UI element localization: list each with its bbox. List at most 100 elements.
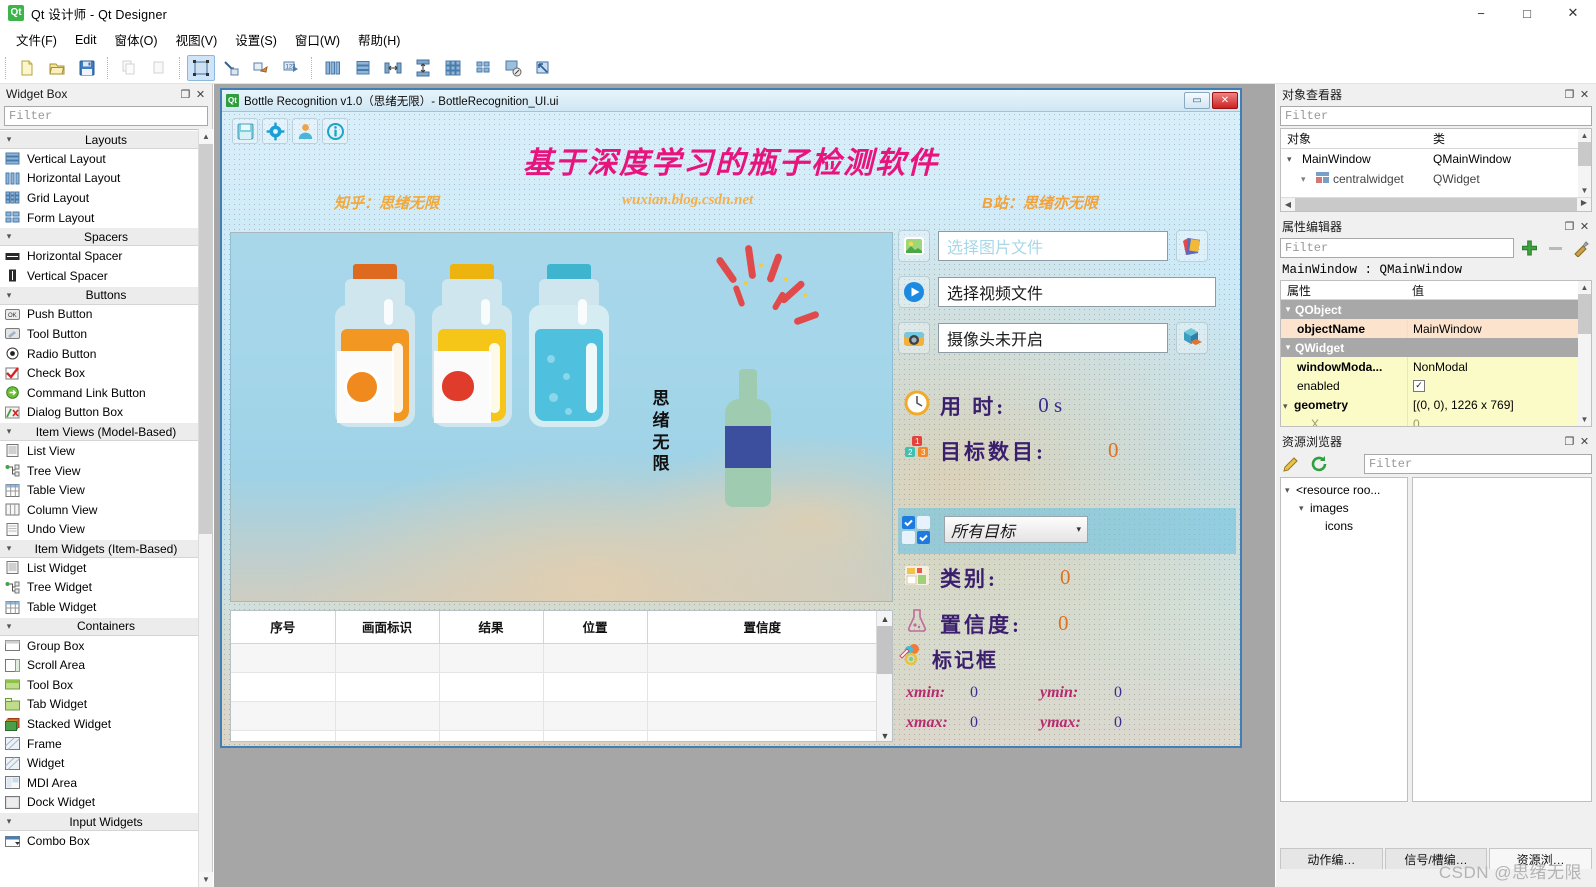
tab-action-editor[interactable]: 动作编… bbox=[1280, 848, 1383, 869]
image-display-area[interactable]: 思绪无限 bbox=[230, 232, 893, 602]
minimize-button[interactable]: − bbox=[1458, 0, 1504, 27]
property-editor-filter-input[interactable]: Filter bbox=[1280, 238, 1514, 258]
widget-category-containers[interactable]: ▾ Containers bbox=[0, 616, 212, 636]
widget-item-form-layout[interactable]: Form Layout bbox=[0, 208, 212, 228]
menu-form[interactable]: 窗体(O) bbox=[106, 27, 167, 52]
image-file-input[interactable]: 选择图片文件 bbox=[938, 231, 1168, 261]
widget-item-frame[interactable]: Frame bbox=[0, 734, 212, 754]
scroll-up-icon[interactable]: ▲ bbox=[877, 611, 892, 626]
property-geometry[interactable]: ▾ geometry [(0, 0), 1226 x 769] bbox=[1281, 395, 1591, 414]
widget-item-stacked-widget[interactable]: Stacked Widget bbox=[0, 714, 212, 734]
scroll-down-icon[interactable]: ▼ bbox=[199, 872, 213, 887]
menu-window[interactable]: 窗口(W) bbox=[286, 27, 349, 52]
scroll-thumb[interactable] bbox=[199, 144, 213, 534]
table-row[interactable] bbox=[231, 672, 878, 702]
plus-icon[interactable] bbox=[1518, 238, 1540, 258]
widget-item-list-view[interactable]: List View bbox=[0, 441, 212, 461]
widget-item-push-button[interactable]: OK Push Button bbox=[0, 305, 212, 325]
widget-item-tool-button[interactable]: Tool Button bbox=[0, 324, 212, 344]
widget-category-buttons[interactable]: ▾ Buttons bbox=[0, 285, 212, 305]
table-row[interactable] bbox=[231, 643, 878, 673]
property-group-qwidget[interactable]: ▾ QWidget bbox=[1281, 338, 1591, 357]
property-value[interactable]: [(0, 0), 1226 x 769] bbox=[1407, 395, 1591, 414]
property-value[interactable]: MainWindow bbox=[1407, 319, 1591, 338]
scroll-up-icon[interactable]: ▲ bbox=[1578, 129, 1591, 142]
chevron-down-icon[interactable]: ▾ bbox=[0, 543, 18, 554]
property-enabled[interactable]: enabled ✓ bbox=[1281, 376, 1591, 395]
property-value[interactable]: 0 bbox=[1407, 414, 1591, 426]
col-position[interactable]: 位置 bbox=[543, 611, 648, 644]
image-file-icon[interactable] bbox=[898, 230, 930, 262]
widget-item-horizontal-spacer[interactable]: Horizontal Spacer bbox=[0, 246, 212, 266]
chevron-down-icon[interactable]: ▾ bbox=[0, 290, 18, 301]
scroll-down-icon[interactable]: ▼ bbox=[877, 728, 892, 741]
results-table-scrollbar[interactable]: ▲ ▼ bbox=[876, 611, 892, 741]
widget-item-group-box[interactable]: Group Box bbox=[0, 636, 212, 656]
form-minimize-button[interactable]: ▭ bbox=[1184, 92, 1210, 109]
scroll-thumb[interactable] bbox=[1295, 198, 1577, 211]
open-form-icon[interactable] bbox=[43, 55, 71, 81]
chevron-down-icon[interactable]: ▾ bbox=[0, 621, 18, 632]
layout-splitter-h-icon[interactable] bbox=[379, 55, 407, 81]
chevron-down-icon[interactable]: ▾ bbox=[1287, 154, 1298, 165]
video-file-input[interactable]: 选择视频文件 bbox=[938, 277, 1216, 307]
widget-item-dialog-button-box[interactable]: Dialog Button Box bbox=[0, 403, 212, 423]
property-geometry-x[interactable]: X 0 bbox=[1281, 414, 1591, 426]
wrench-icon[interactable] bbox=[1570, 238, 1592, 258]
widget-item-tool-box[interactable]: Tool Box bbox=[0, 675, 212, 695]
chevron-down-icon[interactable]: ▾ bbox=[0, 426, 18, 437]
chevron-down-icon[interactable]: ▾ bbox=[0, 134, 18, 145]
resource-root-node[interactable]: ▾ <resource roo... bbox=[1281, 481, 1407, 499]
widget-item-scroll-area[interactable]: Scroll Area bbox=[0, 655, 212, 675]
resource-images-node[interactable]: ▾ images bbox=[1281, 499, 1407, 517]
close-icon[interactable]: ✕ bbox=[1577, 87, 1592, 102]
widget-item-vertical-spacer[interactable]: Vertical Spacer bbox=[0, 266, 212, 286]
undock-icon[interactable]: ❐ bbox=[178, 87, 193, 102]
edit-tab-order-icon[interactable]: 123 bbox=[277, 55, 305, 81]
layout-grid-icon[interactable] bbox=[439, 55, 467, 81]
chevron-down-icon[interactable]: ▾ bbox=[1281, 304, 1295, 315]
widget-category-item-widgets-item-based[interactable]: ▾ Item Widgets (Item-Based) bbox=[0, 539, 212, 559]
table-row[interactable] bbox=[231, 730, 878, 741]
results-table[interactable]: 序号 画面标识 结果 位置 置信度 ▲ ▼ bbox=[230, 610, 893, 742]
widget-item-dock-widget[interactable]: Dock Widget bbox=[0, 793, 212, 813]
widget-item-column-view[interactable]: Column View bbox=[0, 500, 212, 520]
property-value[interactable]: NonModal bbox=[1407, 357, 1591, 376]
scroll-thumb[interactable] bbox=[877, 626, 892, 674]
widget-item-table-widget[interactable]: Table Widget bbox=[0, 597, 212, 617]
chevron-down-icon[interactable]: ▾ bbox=[0, 816, 18, 827]
resource-file-list[interactable] bbox=[1412, 477, 1592, 802]
widget-box-scrollbar[interactable]: ▲ ▼ bbox=[198, 129, 213, 887]
widget-item-list-widget[interactable]: List Widget bbox=[0, 558, 212, 578]
undock-icon[interactable]: ❐ bbox=[1562, 87, 1577, 102]
widget-item-vertical-layout[interactable]: Vertical Layout bbox=[0, 149, 212, 169]
widget-item-tab-widget[interactable]: Tab Widget bbox=[0, 695, 212, 715]
scroll-thumb[interactable] bbox=[1578, 294, 1591, 334]
scroll-left-icon[interactable]: ◀ bbox=[1281, 198, 1295, 211]
camera-icon[interactable] bbox=[898, 322, 930, 354]
video-play-icon[interactable] bbox=[898, 276, 930, 308]
layout-form-icon[interactable] bbox=[469, 55, 497, 81]
resource-icons-node[interactable]: icons bbox=[1281, 517, 1407, 535]
col-result[interactable]: 结果 bbox=[439, 611, 544, 644]
widget-item-radio-button[interactable]: Radio Button bbox=[0, 344, 212, 364]
widget-item-table-view[interactable]: Table View bbox=[0, 480, 212, 500]
menu-view[interactable]: 视图(V) bbox=[167, 27, 227, 52]
menu-help[interactable]: 帮助(H) bbox=[349, 27, 409, 52]
cubes-icon[interactable] bbox=[1176, 322, 1208, 354]
close-button[interactable]: ✕ bbox=[1550, 0, 1596, 27]
undock-icon[interactable]: ❐ bbox=[1562, 434, 1577, 449]
widget-item-tree-view[interactable]: Tree View bbox=[0, 461, 212, 481]
object-inspector-hscrollbar[interactable]: ◀ ▶ bbox=[1281, 197, 1591, 211]
menu-file[interactable]: 文件(F) bbox=[7, 27, 66, 52]
property-editor-table[interactable]: 属性 值 ▾ QObject objectName MainWindow ▾ Q… bbox=[1280, 280, 1592, 427]
col-frame-id[interactable]: 画面标识 bbox=[335, 611, 440, 644]
target-select-combobox[interactable]: 所有目标 ▾ bbox=[944, 516, 1088, 543]
object-row-mainwindow[interactable]: ▾ MainWindow QMainWindow bbox=[1281, 149, 1591, 169]
resource-tree[interactable]: ▾ <resource roo... ▾ images icons bbox=[1280, 477, 1408, 802]
object-inspector-vscrollbar[interactable]: ▲ ▼ bbox=[1578, 129, 1591, 197]
chevron-down-icon[interactable]: ▾ bbox=[1301, 174, 1312, 185]
scroll-right-icon[interactable]: ▶ bbox=[1577, 198, 1591, 207]
folder-stack-icon[interactable] bbox=[1176, 230, 1208, 262]
widget-box-filter-input[interactable]: Filter bbox=[4, 106, 208, 126]
